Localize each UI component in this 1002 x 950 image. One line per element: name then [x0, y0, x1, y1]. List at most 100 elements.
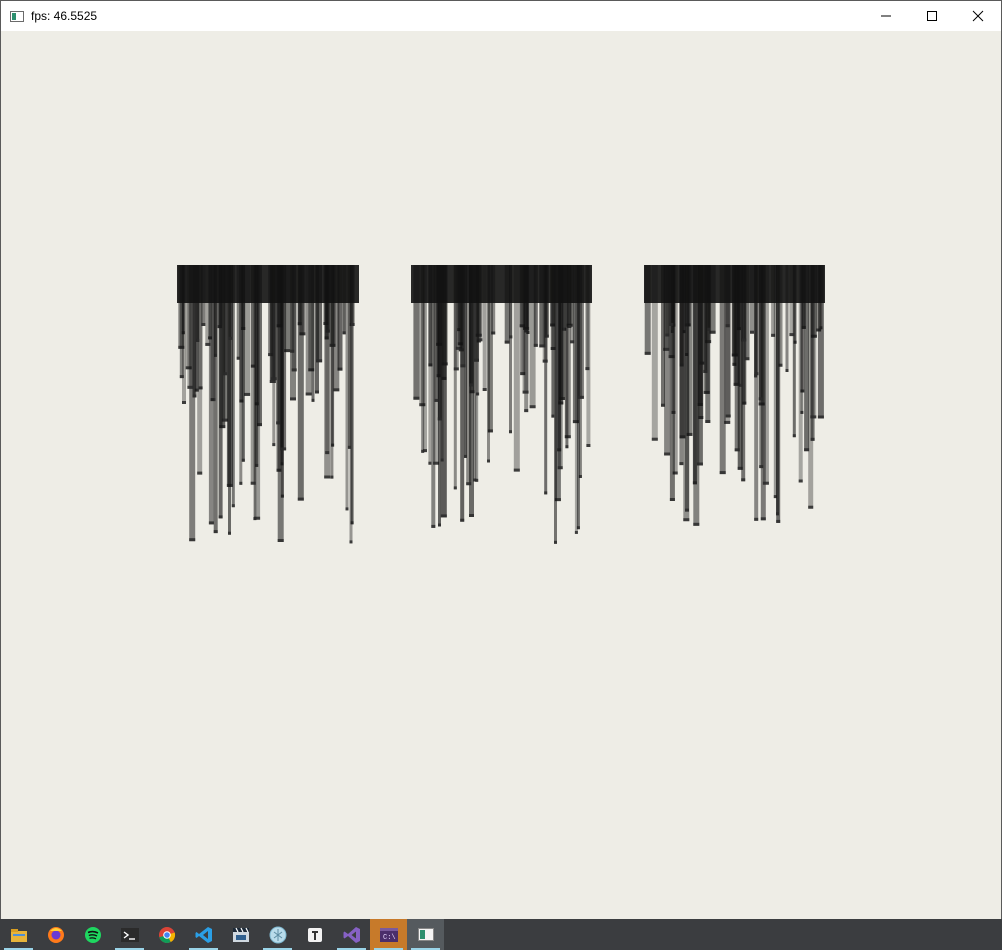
drip-bar — [810, 265, 817, 419]
drip-bar — [762, 265, 769, 485]
drip-bar-tip — [533, 343, 538, 347]
taskbar-firefox[interactable] — [37, 919, 74, 950]
taskbar-spotify[interactable] — [74, 919, 111, 950]
drip-bar-tip — [664, 452, 671, 456]
drip-bar — [290, 265, 295, 353]
taskbar-render-window[interactable] — [407, 919, 444, 950]
app-window-icon — [10, 10, 24, 22]
maximize-button[interactable] — [909, 1, 955, 31]
drip-bar-tip — [311, 398, 315, 402]
drip-bar-tip — [182, 401, 186, 404]
drip-bar — [297, 265, 304, 501]
drip-bar — [585, 265, 590, 371]
drip-bar — [218, 265, 223, 519]
drip-bar — [651, 265, 658, 441]
taskbar-chrome[interactable] — [148, 919, 185, 950]
drip-bar-tip — [244, 392, 251, 396]
drip-bar-tip — [291, 368, 297, 372]
drip-bar-tip — [223, 372, 228, 376]
drip-bar — [280, 265, 287, 451]
drip-bar-tip — [297, 497, 304, 501]
drip-bar — [554, 265, 557, 544]
drip-bar-tip — [228, 336, 233, 340]
svg-text:C:\: C:\ — [383, 934, 396, 942]
close-button[interactable] — [955, 1, 1001, 31]
drip-bar-tip — [754, 372, 759, 376]
firefox-icon — [47, 926, 64, 943]
drip-bar — [789, 265, 795, 337]
drip-bar — [201, 265, 206, 326]
drip-bar — [223, 265, 228, 376]
drip-bar-tip — [707, 327, 711, 331]
drip-bar-tip — [324, 475, 331, 479]
taskbar-app-globe[interactable] — [259, 919, 296, 950]
drip-bar-tip — [349, 540, 353, 544]
taskbar-notes[interactable] — [296, 919, 333, 950]
taskbar-terminal[interactable] — [111, 919, 148, 950]
drip-bar — [644, 265, 651, 355]
drip-bar — [333, 265, 340, 392]
drip-bar — [665, 265, 670, 337]
drip-bar-tip — [269, 380, 276, 383]
drip-bar-tip — [236, 356, 240, 360]
drip-bar — [551, 265, 555, 418]
drip-bar — [187, 265, 194, 389]
drip-bar — [533, 265, 538, 347]
window-title: fps: 46.5525 — [31, 9, 98, 23]
drip-bar — [703, 265, 708, 373]
drip-bar — [241, 265, 245, 462]
drip-bar-tip — [776, 519, 781, 523]
drip-bar-tip — [509, 430, 512, 434]
drip-bar — [276, 265, 281, 425]
drip-bar — [669, 265, 674, 326]
taskbar-clapperboard[interactable] — [222, 919, 259, 950]
drip-bar — [311, 265, 315, 402]
drip-bar-tip — [513, 468, 520, 472]
drip-bar-tip — [187, 385, 194, 389]
drip-bar-tip — [529, 405, 536, 409]
minimize-button[interactable] — [863, 1, 909, 31]
drip-bar — [196, 265, 200, 342]
taskbar-vscode[interactable] — [185, 919, 222, 950]
drip-bar — [679, 265, 684, 466]
spotify-icon — [84, 926, 101, 943]
maximize-icon — [927, 11, 937, 21]
drip-bar — [817, 265, 824, 419]
drip-bar-tip — [213, 530, 218, 534]
drip-bar — [661, 265, 665, 407]
drip-bar-tip — [428, 461, 432, 465]
drip-bar-tip — [577, 395, 584, 399]
drip-bar — [179, 265, 184, 379]
drip-bar-tip — [789, 333, 795, 337]
drip-bar-tip — [487, 459, 490, 463]
drip-bar-tip — [705, 420, 711, 423]
app-window: fps: 46.5525 — [0, 0, 1002, 920]
drip-bar — [719, 265, 726, 475]
drip-bar-tip — [504, 340, 510, 344]
drip-bar-tip — [290, 397, 296, 401]
drip-bar — [776, 265, 779, 516]
drip-bar-tip — [539, 344, 546, 348]
title-bar[interactable]: fps: 46.5525 — [1, 1, 1001, 31]
drip-bar — [469, 265, 473, 387]
drip-bar-tip — [792, 434, 796, 438]
terminal-icon — [120, 927, 139, 942]
taskbar-console-app[interactable]: C:\ — [370, 919, 407, 950]
drip-bar — [305, 265, 312, 396]
drip-bar — [685, 265, 689, 512]
drip-bar — [236, 265, 240, 360]
visual-studio-icon — [343, 926, 360, 943]
taskbar-file-explorer[interactable] — [0, 919, 37, 950]
drip-bar-tip — [466, 482, 472, 486]
drip-bar-tip — [333, 388, 340, 392]
drip-bar-tip — [565, 445, 569, 449]
drip-bar-tip — [542, 359, 548, 363]
drip-bar-tip — [509, 335, 513, 339]
drip-bar — [557, 265, 563, 470]
drip-bar-tip — [669, 322, 674, 326]
drip-bar — [544, 265, 549, 338]
taskbar-visual-studio[interactable] — [333, 919, 370, 950]
drip-bar-tip — [453, 367, 459, 371]
drip-bar — [347, 265, 351, 449]
drip-bar-tip — [551, 414, 555, 418]
